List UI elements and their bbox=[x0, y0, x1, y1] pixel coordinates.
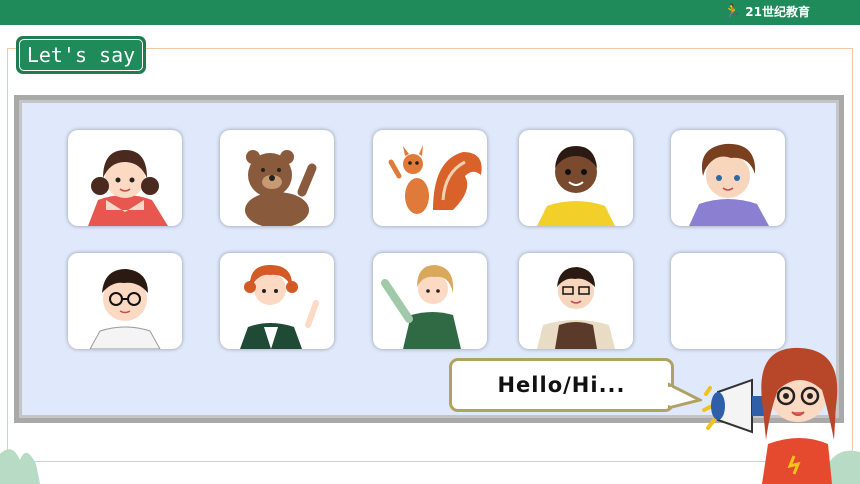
speech-bubble: Hello/Hi... bbox=[449, 358, 674, 412]
bear-illustration bbox=[245, 150, 317, 226]
card-squirrel[interactable] bbox=[373, 130, 487, 226]
squirrel-illustration bbox=[388, 145, 482, 214]
card-woman-red-hair[interactable] bbox=[220, 253, 334, 349]
runner-icon: 🏃 bbox=[723, 3, 742, 20]
section-tag-label: Let's say bbox=[19, 39, 143, 71]
brand-name: 21世纪教育 bbox=[745, 5, 810, 19]
section-tag: Let's say bbox=[16, 36, 146, 74]
card-bear[interactable] bbox=[220, 130, 334, 226]
woman-red-hair-illustration bbox=[240, 265, 319, 349]
boy-glasses-illustration bbox=[89, 269, 161, 349]
card-man-with-glasses[interactable] bbox=[519, 253, 633, 349]
girl-waving-illustration bbox=[381, 265, 461, 349]
man-glasses-illustration bbox=[537, 267, 615, 349]
card-boy-purple-hoodie[interactable] bbox=[671, 130, 785, 226]
card-girl-with-pigtails[interactable] bbox=[68, 130, 182, 226]
speech-bubble-tail bbox=[668, 382, 702, 410]
brand-logo: 🏃 21世纪教育 bbox=[724, 3, 810, 20]
top-banner: 🏃 21世纪教育 bbox=[0, 0, 860, 25]
boy-purple-hoodie-illustration bbox=[689, 143, 769, 226]
card-boy-yellow-shirt[interactable] bbox=[519, 130, 633, 226]
card-girl-waving[interactable] bbox=[373, 253, 487, 349]
card-boy-with-glasses[interactable] bbox=[68, 253, 182, 349]
boy-yellow-shirt-illustration bbox=[537, 146, 615, 226]
girl-megaphone-illustration bbox=[702, 347, 838, 484]
card-empty[interactable] bbox=[671, 253, 785, 349]
girl-pigtails-illustration bbox=[88, 150, 168, 226]
